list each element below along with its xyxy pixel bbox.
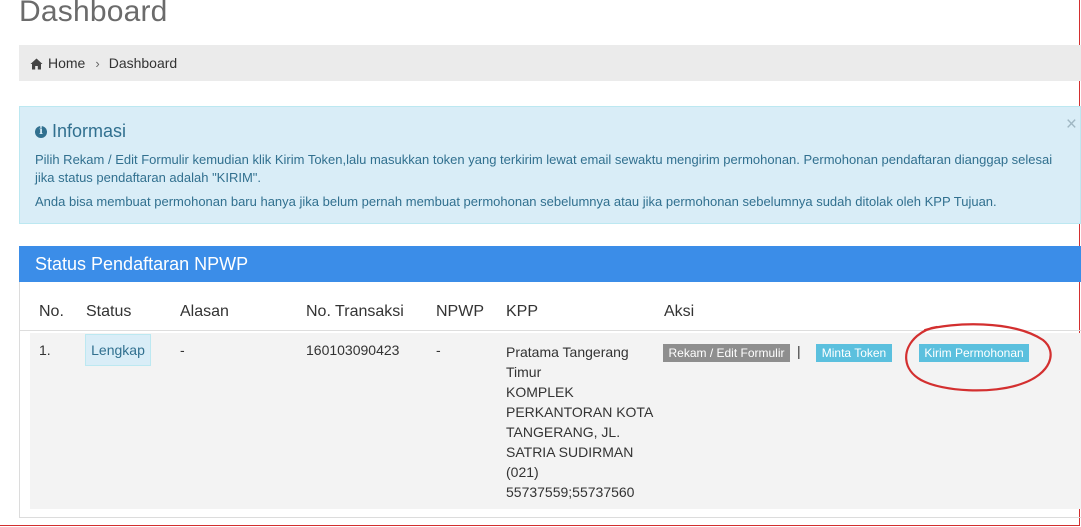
kirim-permohonan-button[interactable]: Kirim Permohonan — [919, 344, 1029, 362]
info-alert: × i Informasi Pilih Rekam / Edit Formuli… — [19, 106, 1081, 224]
info-icon: i — [35, 125, 47, 138]
home-icon[interactable] — [30, 57, 43, 70]
breadcrumb-home[interactable]: Home — [48, 55, 85, 71]
row-npwp: - — [436, 342, 441, 358]
row-alasan: - — [180, 342, 185, 358]
col-no-transaksi: No. Transaksi — [306, 303, 404, 320]
alert-text-1: Pilih Rekam / Edit Formulir kemudian kli… — [35, 152, 1053, 185]
kpp-line: TANGERANG, JL. — [506, 424, 621, 440]
col-kpp: KPP — [506, 303, 539, 320]
col-no: No. — [39, 303, 64, 320]
kpp-line: KOMPLEK — [506, 384, 574, 400]
breadcrumb-separator: › — [95, 55, 100, 71]
status-panel: Status Pendaftaran NPWP No. Status Alasa… — [19, 246, 1081, 518]
minta-token-button[interactable]: Minta Token — [816, 344, 892, 362]
row-no-transaksi: 160103090423 — [306, 342, 400, 358]
kpp-line: (021) — [506, 464, 539, 480]
alert-heading-text: Informasi — [52, 121, 127, 141]
alert-text-2: Anda bisa membuat permohonan baru hanya … — [35, 194, 997, 209]
status-badge: Lengkap — [85, 334, 151, 366]
kpp-line: Pratama Tangerang — [506, 344, 629, 360]
close-icon[interactable]: × — [1066, 115, 1077, 134]
breadcrumb-current: Dashboard — [108, 55, 178, 71]
rekam-edit-formulir-button[interactable]: Rekam / Edit Formulir — [663, 344, 790, 362]
page-title: Dashboard — [19, 0, 168, 28]
col-status: Status — [86, 303, 132, 320]
alert-heading: i Informasi — [35, 121, 126, 142]
kpp-line: Timur — [506, 364, 542, 380]
kpp-line: SATRIA SUDIRMAN — [506, 444, 634, 460]
table-header: No. Status Alasan No. Transaksi NPWP KPP… — [20, 297, 1081, 331]
col-aksi: Aksi — [664, 303, 695, 320]
panel-title: Status Pendaftaran NPWP — [19, 246, 1081, 282]
breadcrumb: Home › Dashboard — [19, 45, 1081, 81]
table-row: 1. Lengkap - 160103090423 - Pratama Tang… — [30, 333, 1081, 509]
action-separator: | — [797, 343, 801, 359]
row-no: 1. — [39, 342, 51, 358]
col-alasan: Alasan — [180, 303, 229, 320]
col-npwp: NPWP — [436, 303, 484, 320]
row-kpp: Pratama Tangerang Timur KOMPLEK PERKANTO… — [506, 342, 656, 502]
kpp-line: PERKANTORAN KOTA — [506, 404, 654, 420]
kpp-line: 55737559;55737560 — [506, 484, 635, 500]
